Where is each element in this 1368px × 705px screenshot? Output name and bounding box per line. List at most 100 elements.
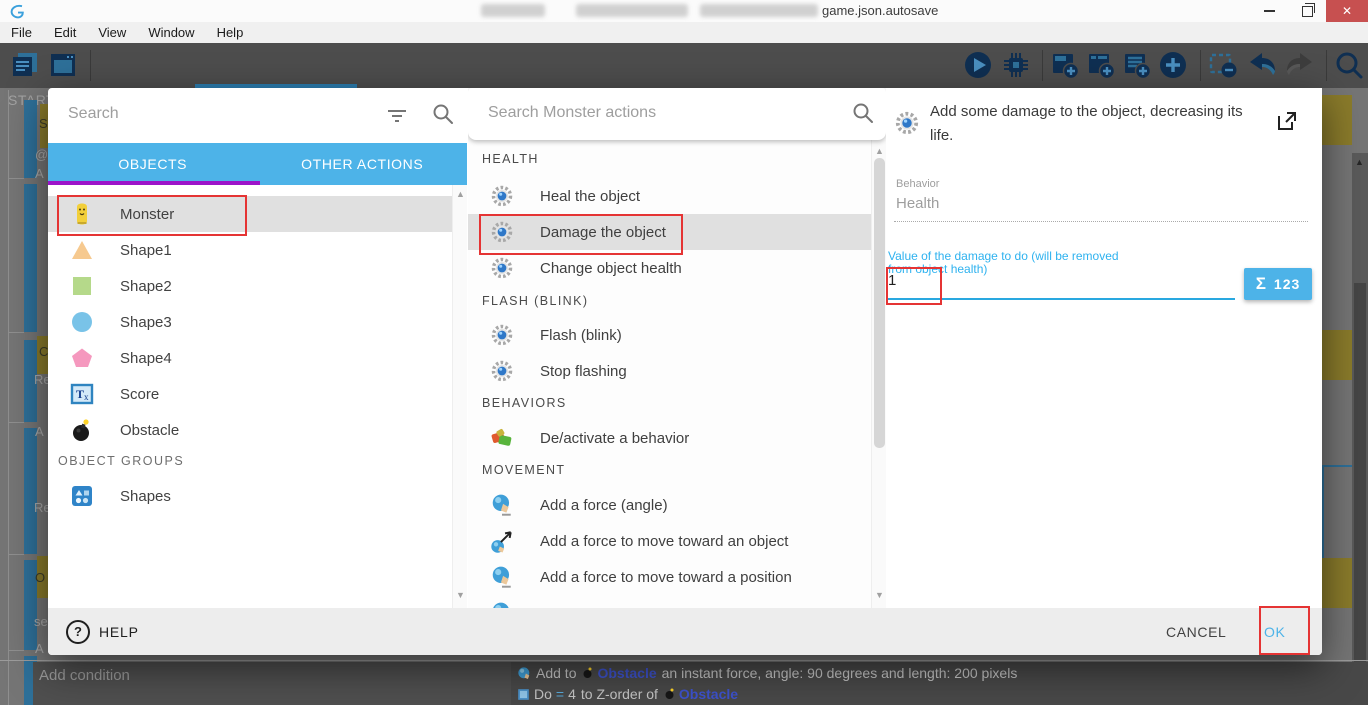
action-row-force-angle[interactable]: Add a force (angle)	[468, 487, 872, 523]
action-row-force-object[interactable]: Add a force to move toward an object	[468, 523, 872, 559]
event-text-fragment: se	[34, 614, 48, 629]
action-list-panel: HEALTH Heal the object Damage the object	[468, 88, 886, 608]
scene-editor-icon[interactable]	[48, 50, 78, 80]
search-icon[interactable]	[432, 103, 454, 125]
events-scrollbar[interactable]: ▲	[1352, 153, 1368, 705]
scrollbar-thumb[interactable]	[1354, 283, 1366, 705]
highlighted-event-fragment	[1322, 95, 1352, 145]
search-icon[interactable]	[1334, 50, 1364, 80]
tree-tick	[8, 650, 24, 651]
conditions-cell[interactable]: Add condition	[33, 662, 511, 705]
window-titlebar: game.json.autosave ✕	[0, 0, 1368, 23]
action-row-heal[interactable]: Heal the object	[468, 178, 872, 214]
event-text-fragment: C	[39, 344, 48, 359]
event-tree-line	[8, 90, 9, 705]
force-icon	[490, 601, 514, 608]
event-color-bar	[24, 184, 37, 332]
menu-help[interactable]: Help	[206, 25, 255, 40]
action-row-deactivate-behavior[interactable]: De/activate a behavior	[468, 420, 872, 456]
action-search-input[interactable]	[486, 103, 820, 123]
redo-icon[interactable]	[1284, 50, 1316, 80]
action-line[interactable]: Do = 4 to Z-order of Obstacle	[517, 686, 743, 702]
text-object-icon: T x	[70, 382, 94, 406]
add-condition-placeholder[interactable]: Add condition	[33, 662, 511, 684]
bomb-icon	[582, 667, 594, 679]
menu-file[interactable]: File	[0, 25, 43, 40]
expression-editor-button[interactable]: Σ 123	[1244, 268, 1312, 300]
restore-button[interactable]	[1290, 0, 1324, 22]
svg-text:T: T	[76, 387, 84, 401]
gdevelop-logo-icon	[10, 3, 26, 19]
cancel-button[interactable]: CANCEL	[1150, 608, 1242, 655]
scroll-down-icon[interactable]: ▼	[453, 590, 467, 600]
open-in-new-icon[interactable]	[1276, 110, 1298, 132]
minimize-icon	[1264, 10, 1275, 12]
scroll-up-icon[interactable]: ▲	[453, 189, 467, 199]
event-text-fragment: S	[39, 116, 48, 131]
action-row-stop-flashing[interactable]: Stop flashing	[468, 353, 872, 389]
tree-tick	[8, 178, 24, 179]
play-icon[interactable]	[963, 50, 993, 80]
object-search-input[interactable]	[66, 104, 370, 124]
add-circle-icon[interactable]	[1158, 50, 1188, 80]
actions-cell[interactable]: Add to Obstacle an instant force, angle:…	[511, 662, 1368, 705]
menu-edit[interactable]: Edit	[43, 25, 87, 40]
object-row-shape4[interactable]: Shape4	[48, 340, 452, 376]
object-groups-header: OBJECT GROUPS	[58, 454, 184, 468]
action-row-flash[interactable]: Flash (blink)	[468, 317, 872, 353]
event-text-fragment: O	[35, 570, 45, 585]
scrollbar-thumb[interactable]	[874, 158, 885, 448]
tab-objects[interactable]: OBJECTS	[48, 143, 258, 185]
add-event-icon[interactable]	[1050, 50, 1080, 80]
object-row-shape1[interactable]: Shape1	[48, 232, 452, 268]
behavior-field-value[interactable]: Health	[896, 195, 939, 212]
undo-icon[interactable]	[1246, 50, 1278, 80]
delete-event-icon[interactable]	[1208, 50, 1238, 80]
tab-other-actions[interactable]: OTHER ACTIONS	[258, 143, 468, 185]
scroll-up-icon[interactable]: ▲	[1352, 157, 1367, 167]
scroll-down-icon[interactable]: ▼	[872, 590, 886, 600]
screen: game.json.autosave ✕ File Edit View Wind…	[0, 0, 1368, 705]
highlighted-event-fragment	[1322, 330, 1352, 380]
active-tab-underline	[48, 181, 260, 185]
object-row-shape2[interactable]: Shape2	[48, 268, 452, 304]
help-button[interactable]: ? HELP	[66, 608, 139, 655]
action-list-scrollbar[interactable]: ▲ ▼	[871, 140, 886, 608]
events-list-icon[interactable]	[10, 50, 40, 80]
pentagon-icon	[70, 346, 94, 370]
square-icon	[70, 274, 94, 298]
action-row-force-position[interactable]: Add a force to move toward a position	[468, 559, 872, 595]
triangle-icon	[70, 238, 94, 262]
event-text-fragment: @	[35, 147, 48, 162]
toolbar-separator	[1042, 50, 1043, 81]
filter-icon[interactable]	[386, 107, 408, 125]
action-line[interactable]: Add to Obstacle an instant force, angle:…	[517, 665, 1017, 681]
object-group-icon	[70, 484, 94, 508]
menu-window[interactable]: Window	[137, 25, 205, 40]
debug-icon[interactable]	[1001, 50, 1031, 80]
action-row-partial[interactable]	[468, 595, 872, 608]
action-row-change-health[interactable]: Change object health	[468, 250, 872, 286]
add-comment-icon[interactable]	[1122, 50, 1152, 80]
health-gear-icon	[490, 256, 514, 280]
scroll-up-icon[interactable]: ▲	[872, 146, 886, 156]
toolbar-separator	[1200, 50, 1201, 81]
action-description: Add some damage to the object, decreasin…	[930, 100, 1270, 148]
menu-view[interactable]: View	[87, 25, 137, 40]
z-order-icon	[517, 688, 530, 701]
event-row: Add condition Add to Obstacle an instant…	[0, 660, 1368, 705]
bomb-icon	[664, 688, 676, 700]
object-row-score[interactable]: T x Score	[48, 376, 452, 412]
close-button[interactable]: ✕	[1326, 0, 1368, 22]
object-row-obstacle[interactable]: Obstacle	[48, 412, 452, 448]
object-row-shape3[interactable]: Shape3	[48, 304, 452, 340]
object-row-shapes-group[interactable]: Shapes	[48, 478, 452, 514]
search-icon[interactable]	[852, 102, 874, 124]
svg-text:x: x	[84, 392, 89, 402]
section-header-flash: FLASH (BLINK)	[482, 294, 588, 308]
minimize-button[interactable]	[1252, 0, 1286, 22]
add-subevent-icon[interactable]	[1086, 50, 1116, 80]
object-list-scrollbar[interactable]: ▲ ▼	[452, 185, 467, 608]
event-text-fragment: A	[35, 641, 44, 656]
redacted-title-segment	[576, 4, 688, 17]
